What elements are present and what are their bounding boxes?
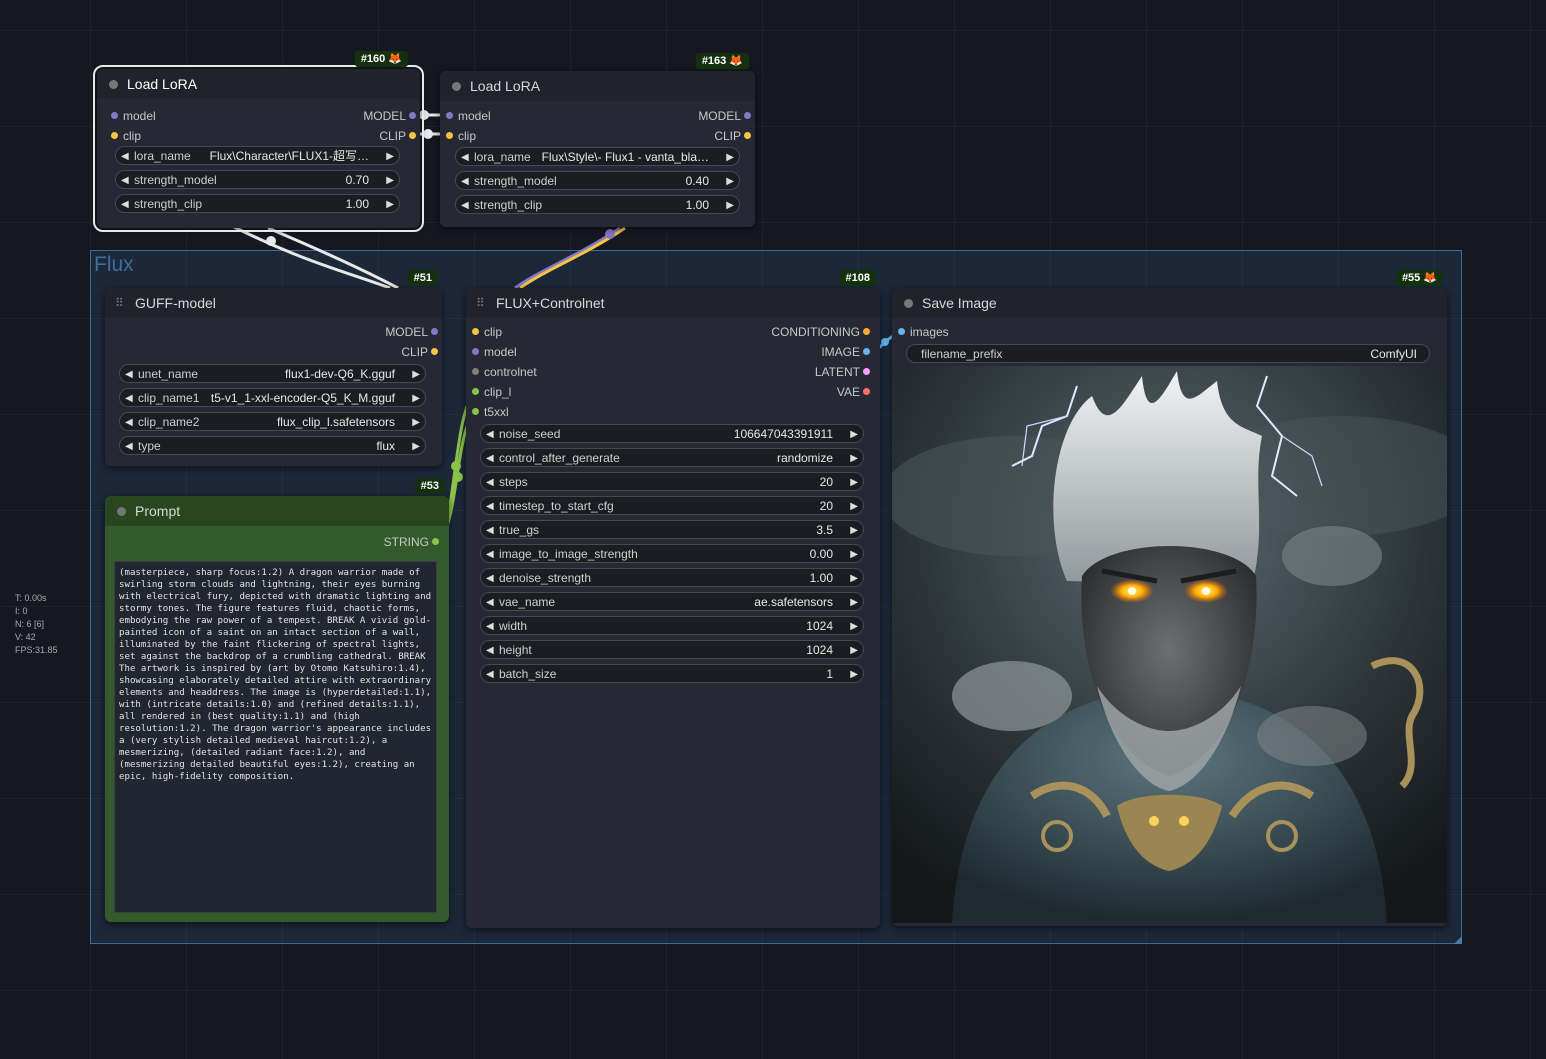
collapse-dot-icon[interactable]	[452, 82, 461, 91]
width-number[interactable]: ◀ width 1024 ▶	[480, 616, 864, 635]
stat-time: T: 0.00s	[15, 593, 47, 603]
fox-icon: 🦊	[1423, 272, 1437, 284]
group-resize-handle[interactable]	[1454, 936, 1462, 944]
stat-i: I: 0	[15, 606, 28, 616]
output-image-preview[interactable]	[892, 366, 1447, 923]
strength-model-number[interactable]: ◀ strength_model 0.70 ▶	[115, 170, 400, 189]
stat-v: V: 42	[15, 632, 36, 642]
type-combo[interactable]: ◀ type flux ▶	[119, 436, 426, 455]
prompt-node[interactable]: #53 Prompt STRING (masterpiece, sharp fo…	[105, 478, 449, 922]
slot-row: clip CONDITIONING	[466, 322, 880, 342]
node-id-badge: #53	[414, 478, 445, 494]
slot-row: model MODEL	[97, 106, 420, 126]
link-midpoint	[266, 236, 276, 246]
node-id-badge: #108	[839, 270, 876, 286]
fox-icon: 🦊	[729, 55, 743, 67]
steps-number[interactable]: ◀ steps 20 ▶	[480, 472, 864, 491]
output-slot-model[interactable]: MODEL	[363, 106, 416, 126]
clip-name1-combo[interactable]: ◀ clip_name1 t5-v1_1-xxl-encoder-Q5_K_M.gg…	[119, 388, 426, 407]
noise-seed-number[interactable]: ◀ noise_seed 106647043391911 ▶	[480, 424, 864, 443]
stat-fps: FPS:31.85	[15, 645, 58, 655]
output-slot-clip[interactable]: CLIP	[401, 342, 438, 362]
prompt-textarea[interactable]: (masterpiece, sharp focus:1.2) A dragon …	[114, 561, 437, 913]
output-slot-latent[interactable]: LATENT	[815, 362, 870, 382]
slot-row: t5xxl	[466, 402, 880, 422]
height-number[interactable]: ◀ height 1024 ▶	[480, 640, 864, 659]
lora-name-combo[interactable]: ◀ lora_name Flux\Character\FLUX1-超写… ▶	[115, 146, 400, 165]
link-midpoint	[419, 110, 429, 120]
slot-row: model MODEL	[440, 106, 755, 126]
filename-prefix-input[interactable]: filename_prefix ComfyUI	[906, 344, 1430, 363]
slot-row: MODEL	[105, 322, 442, 342]
collapse-dot-icon[interactable]	[117, 507, 126, 516]
node-title[interactable]: Prompt	[105, 496, 449, 526]
collapse-dot-icon[interactable]	[904, 299, 913, 308]
link-midpoint	[605, 229, 615, 239]
slot-row: CLIP	[105, 342, 442, 362]
strength-model-number[interactable]: ◀ strength_model 0.40 ▶	[455, 171, 740, 190]
grip-icon[interactable]: ⠿	[115, 288, 124, 318]
clip-name2-combo[interactable]: ◀ clip_name2 flux_clip_l.safetensors ▶	[119, 412, 426, 431]
load-lora-node-163[interactable]: #163 🦊 Load LoRA model MODEL clip CLIP ◀ l…	[440, 53, 755, 227]
save-image-node[interactable]: #55 🦊 Save Image images filename_prefix Co…	[892, 270, 1447, 926]
group-title: Flux	[94, 253, 134, 276]
output-slot-vae[interactable]: VAE	[837, 382, 870, 402]
unet-name-combo[interactable]: ◀ unet_name flux1-dev-Q6_K.gguf ▶	[119, 364, 426, 383]
output-slot-clip[interactable]: CLIP	[714, 126, 751, 146]
output-slot-clip[interactable]: CLIP	[379, 126, 416, 146]
output-slot-string[interactable]: STRING	[384, 532, 439, 552]
timestep-to-start-cfg-number[interactable]: ◀ timestep_to_start_cfg 20 ▶	[480, 496, 864, 515]
control-after-generate-combo[interactable]: ◀ control_after_generate randomize ▶	[480, 448, 864, 467]
slot-row: STRING	[105, 532, 449, 552]
denoise-strength-number[interactable]: ◀ denoise_strength 1.00 ▶	[480, 568, 864, 587]
slot-row: images	[892, 322, 1447, 342]
image-to-image-strength-number[interactable]: ◀ image_to_image_strength 0.00 ▶	[480, 544, 864, 563]
flux-controlnet-node[interactable]: #108 ⠿ FLUX+Controlnet clip CONDITIONING …	[466, 270, 880, 928]
vae-name-combo[interactable]: ◀ vae_name ae.safetensors ▶	[480, 592, 864, 611]
slot-row: controlnet LATENT	[466, 362, 880, 382]
stat-nodes: N: 6 [6]	[15, 619, 45, 629]
node-title[interactable]: Load LoRA	[97, 69, 420, 99]
node-title[interactable]: Load LoRA	[440, 71, 755, 101]
strength-clip-number[interactable]: ◀ strength_clip 1.00 ▶	[115, 194, 400, 213]
link-midpoint	[423, 129, 433, 139]
true-gs-number[interactable]: ◀ true_gs 3.5 ▶	[480, 520, 864, 539]
node-id-badge: #55 🦊	[1395, 270, 1443, 286]
batch-size-number[interactable]: ◀ batch_size 1 ▶	[480, 664, 864, 683]
slot-row: model IMAGE	[466, 342, 880, 362]
guff-model-node[interactable]: #51 ⠿ GUFF-model MODEL CLIP ◀ unet_name flu…	[105, 270, 442, 466]
output-slot-model[interactable]: MODEL	[698, 106, 751, 126]
fox-icon: 🦊	[388, 53, 402, 65]
slot-row: clip CLIP	[97, 126, 420, 146]
grip-icon[interactable]: ⠿	[476, 288, 485, 318]
node-title[interactable]: ⠿ GUFF-model	[105, 288, 442, 318]
perf-stats: T: 0.00s I: 0 N: 6 [6] V: 42 FPS:31.85	[15, 592, 58, 657]
node-id-badge: #160 🦊	[354, 51, 408, 67]
generated-image	[892, 366, 1447, 923]
slot-row: clip CLIP	[440, 126, 755, 146]
node-id-badge: #51	[407, 270, 438, 286]
node-id-badge: #163 🦊	[695, 53, 749, 69]
node-title[interactable]: Save Image	[892, 288, 1447, 318]
output-slot-image[interactable]: IMAGE	[821, 342, 870, 362]
load-lora-node-160[interactable]: #160 🦊 Load LoRA model MODEL clip CLIP ◀ l…	[93, 51, 424, 232]
output-slot-model[interactable]: MODEL	[385, 322, 438, 342]
strength-clip-number[interactable]: ◀ strength_clip 1.00 ▶	[455, 195, 740, 214]
node-title[interactable]: ⠿ FLUX+Controlnet	[466, 288, 880, 318]
output-slot-conditioning[interactable]: CONDITIONING	[771, 322, 870, 342]
collapse-dot-icon[interactable]	[109, 80, 118, 89]
lora-name-combo[interactable]: ◀ lora_name Flux\Style\- Flux1 - vanta_bla…	[455, 147, 740, 166]
slot-row: clip_l VAE	[466, 382, 880, 402]
